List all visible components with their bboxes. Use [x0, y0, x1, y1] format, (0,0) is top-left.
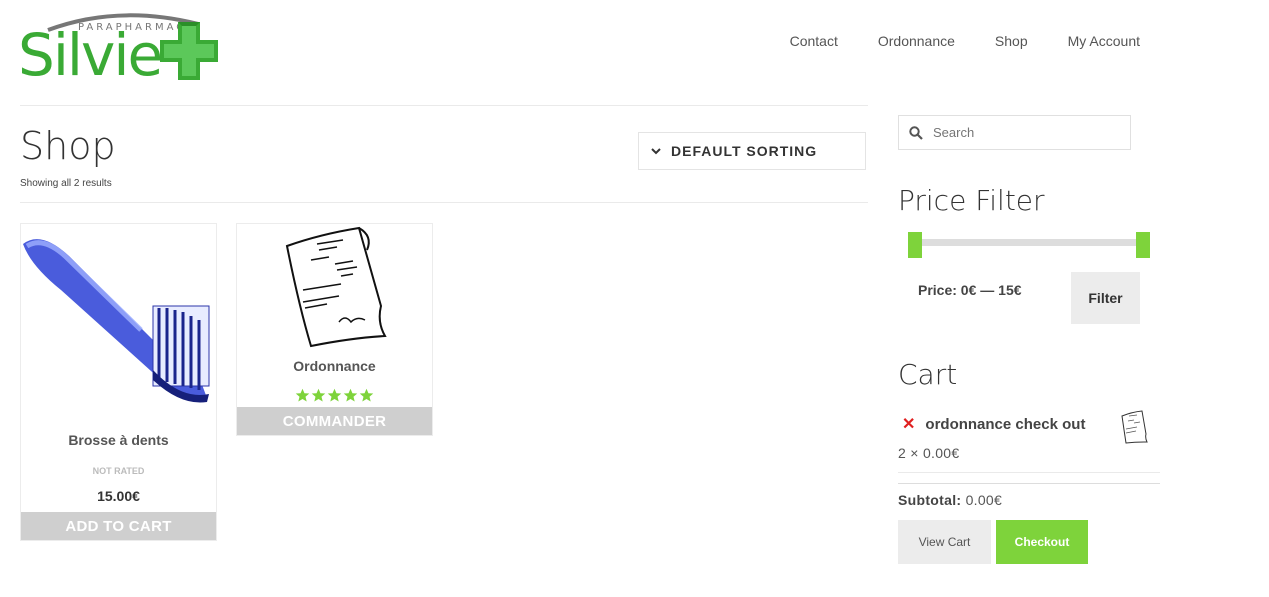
checkout-button[interactable]: Checkout: [996, 520, 1088, 564]
nav-ordonnance[interactable]: Ordonnance: [878, 33, 955, 49]
toothbrush-icon[interactable]: [21, 230, 216, 410]
price-range-label: Price: 0€ — 15€: [918, 282, 1022, 298]
star-rating: [237, 388, 432, 403]
price-slider-min-handle[interactable]: [908, 232, 922, 258]
sorting-dropdown[interactable]: DEFAULT SORTING: [638, 132, 866, 170]
rating-status: NOT RATED: [92, 466, 145, 476]
star-icon: [311, 388, 326, 402]
price-slider-track[interactable]: [914, 239, 1144, 246]
product-card[interactable]: Ordonnance COMMANDER: [236, 223, 433, 436]
star-icon: [359, 388, 374, 402]
cart-quantity: 2 × 0.00€: [898, 445, 960, 461]
view-cart-button[interactable]: View Cart: [898, 520, 991, 564]
subtotal-value: 0.00€: [965, 492, 1003, 508]
prescription-thumbnail-icon[interactable]: [1120, 410, 1148, 444]
site-logo[interactable]: PARAPHARMACIE Silvie: [18, 10, 223, 89]
cart-title: Cart: [898, 358, 958, 391]
pharmacy-cross-icon: [160, 22, 218, 80]
nav-contact[interactable]: Contact: [790, 33, 838, 49]
search-icon: [909, 125, 923, 140]
remove-item-icon[interactable]: ✕: [902, 414, 915, 434]
price-slider-max-handle[interactable]: [1136, 232, 1150, 258]
cart-item-name[interactable]: ordonnance check out: [925, 416, 1085, 433]
cart-divider: [898, 483, 1160, 484]
product-card[interactable]: Brosse à dents NOT RATED 15.00€ ADD TO C…: [20, 223, 217, 541]
chevron-down-icon: [651, 148, 661, 155]
commander-button[interactable]: COMMANDER: [237, 407, 432, 435]
cart-divider: [898, 472, 1160, 473]
product-price: 15.00€: [97, 488, 140, 504]
prescription-icon[interactable]: [281, 226, 391, 348]
price-filter-title: Price Filter: [898, 184, 1045, 217]
nav-shop[interactable]: Shop: [995, 33, 1028, 49]
cart-item: ✕ ordonnance check out: [898, 414, 1085, 434]
star-icon: [343, 388, 358, 402]
filter-button[interactable]: Filter: [1071, 272, 1140, 324]
cart-subtotal: Subtotal: 0.00€: [898, 492, 1002, 508]
product-name[interactable]: Brosse à dents: [21, 432, 216, 448]
result-count: Showing all 2 results: [20, 178, 112, 189]
search-input[interactable]: [931, 124, 1115, 141]
subtotal-label: Subtotal:: [898, 492, 962, 508]
main-nav: Contact Ordonnance Shop My Account: [790, 33, 1140, 49]
header-divider: [20, 105, 868, 106]
logo-wordmark: Silvie: [18, 21, 163, 89]
star-icon: [327, 388, 342, 402]
search-box: [898, 115, 1131, 150]
sorting-label: DEFAULT SORTING: [671, 143, 818, 159]
product-name[interactable]: Ordonnance: [237, 358, 432, 374]
add-to-cart-button[interactable]: ADD TO CART: [21, 512, 216, 540]
page-title: Shop: [20, 124, 116, 168]
nav-my-account[interactable]: My Account: [1068, 33, 1140, 49]
shop-divider: [20, 202, 868, 203]
star-icon: [295, 388, 310, 402]
